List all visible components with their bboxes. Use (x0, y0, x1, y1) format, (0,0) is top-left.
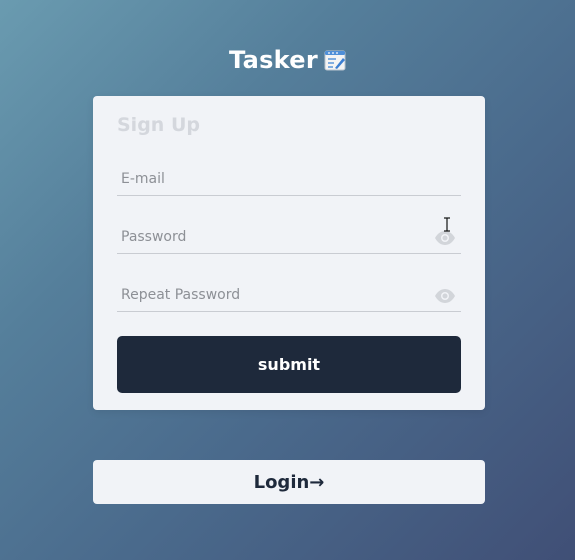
password-field-container (117, 223, 461, 254)
signup-card: Sign Up submit (93, 96, 485, 410)
app-title: Tasker (0, 46, 575, 74)
email-field[interactable] (121, 165, 421, 193)
text-cursor-icon (443, 217, 451, 232)
notepad-icon (324, 49, 346, 71)
email-field-container (117, 165, 461, 196)
eye-icon[interactable] (434, 230, 456, 246)
password-field[interactable] (121, 223, 421, 251)
app-title-text: Tasker (229, 46, 318, 74)
login-button[interactable]: Login→ (93, 460, 485, 504)
eye-icon[interactable] (434, 288, 456, 304)
submit-button[interactable]: submit (117, 336, 461, 393)
signup-heading: Sign Up (117, 114, 200, 136)
repeat-password-field[interactable] (121, 281, 421, 309)
repeat-password-field-container (117, 281, 461, 312)
